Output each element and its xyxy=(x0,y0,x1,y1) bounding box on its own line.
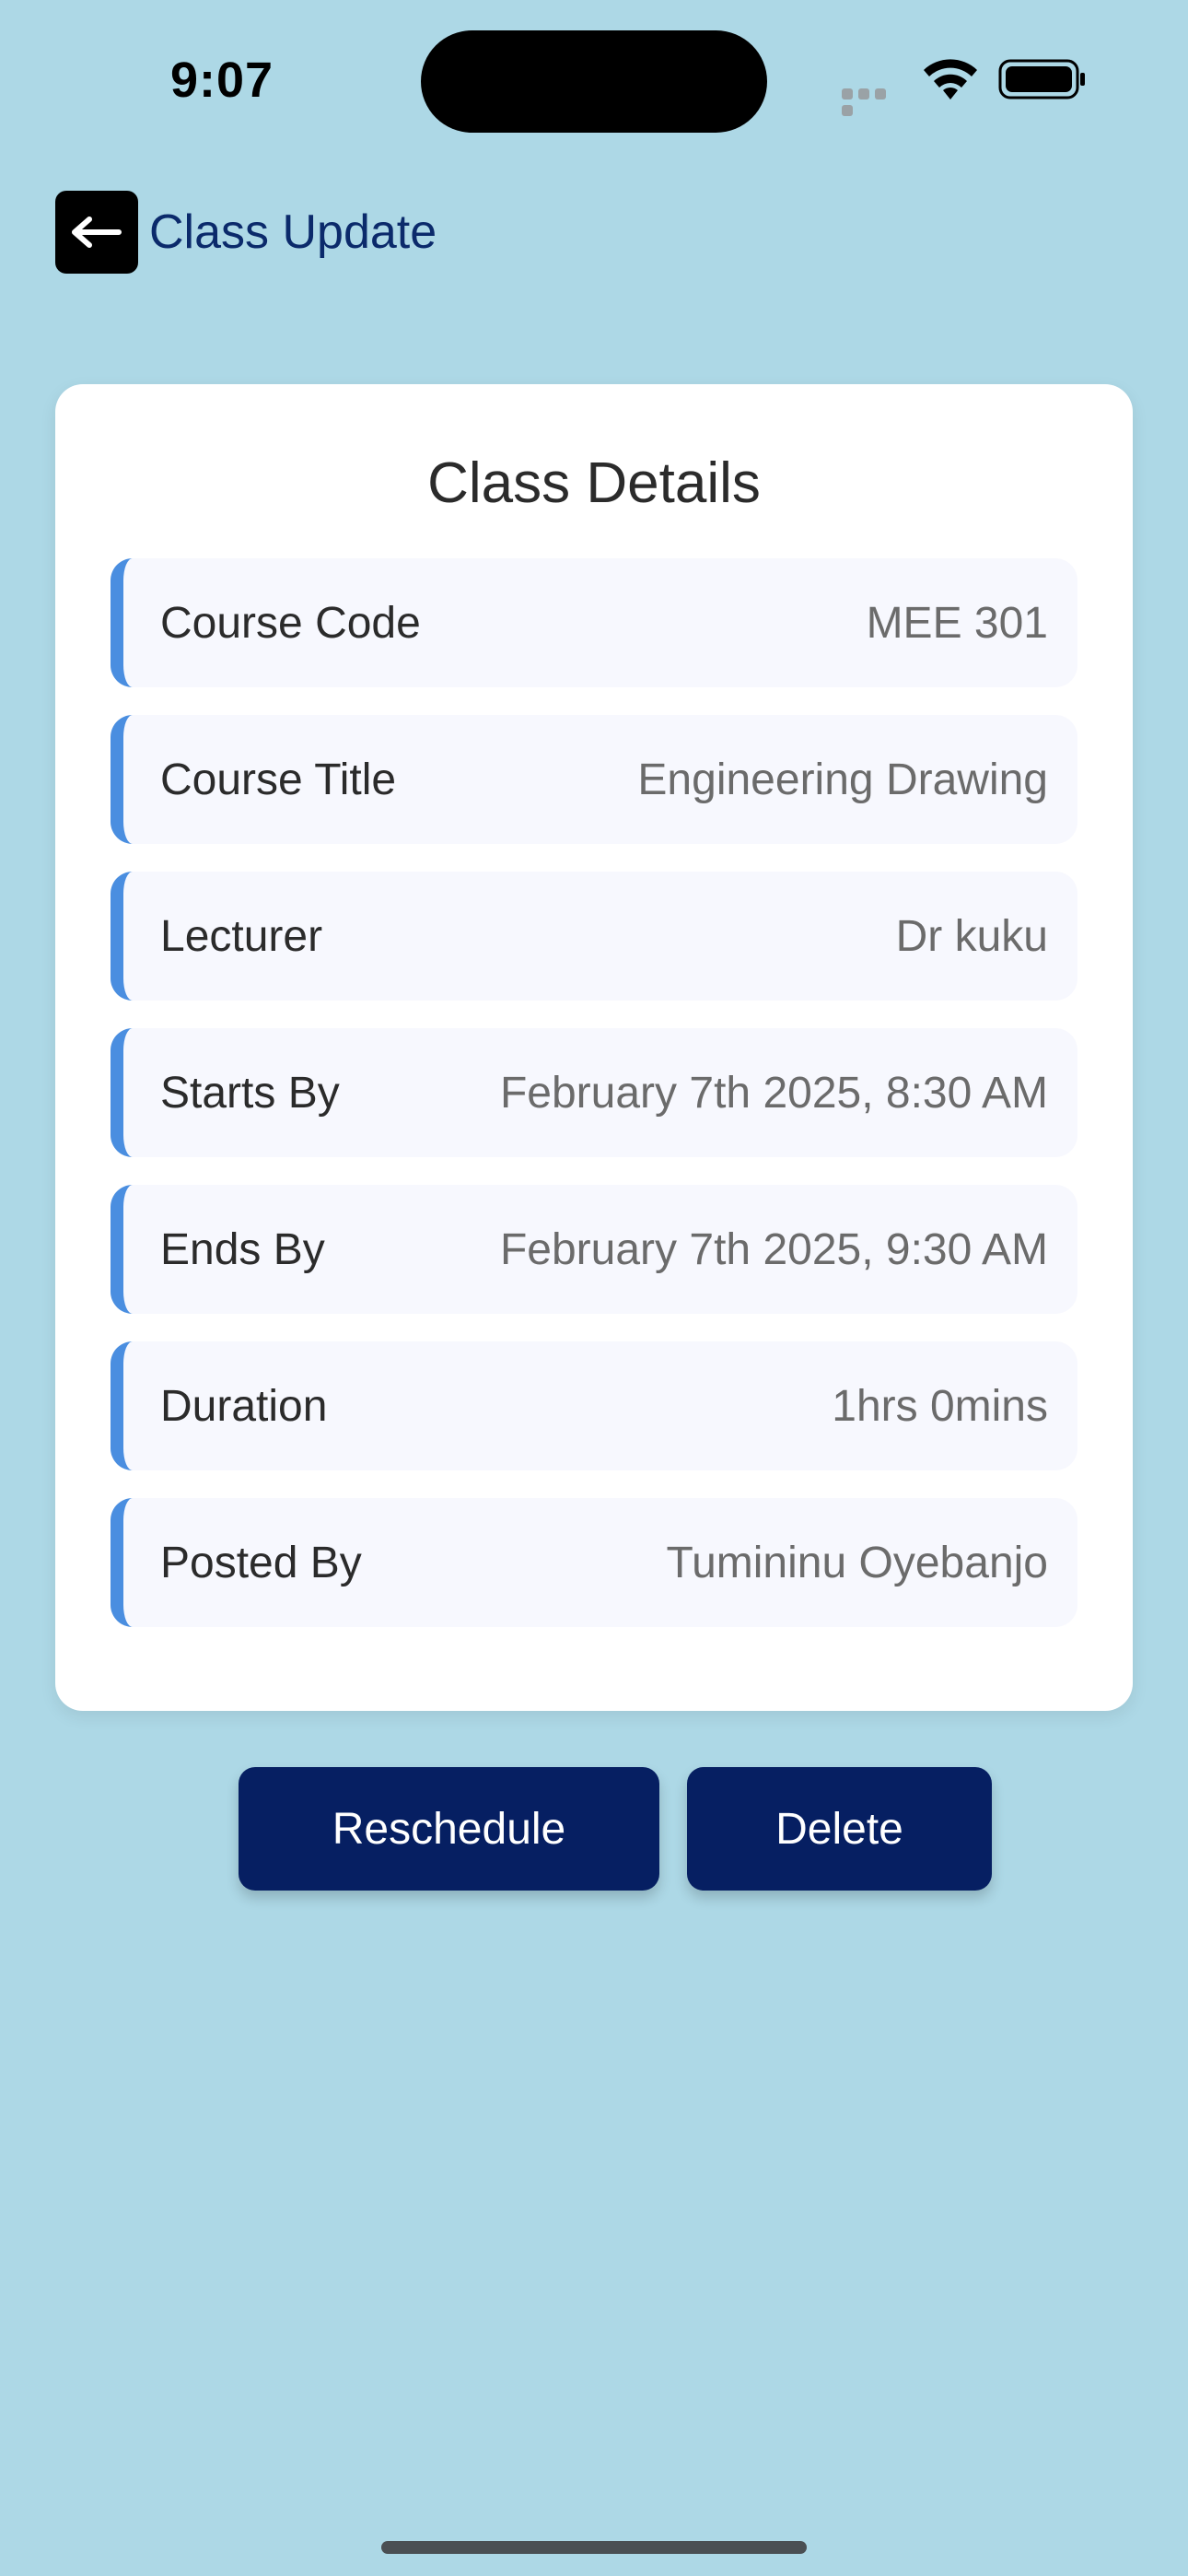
class-details-card: Class Details Course Code MEE 301 Course… xyxy=(55,384,1133,1711)
dynamic-island xyxy=(421,30,767,133)
detail-value: Engineering Drawing xyxy=(637,755,1048,804)
detail-label: Posted By xyxy=(160,1538,362,1587)
detail-row-ends-by: Ends By February 7th 2025, 9:30 AM xyxy=(111,1185,1077,1314)
detail-label: Course Title xyxy=(160,755,397,804)
detail-value: February 7th 2025, 9:30 AM xyxy=(499,1224,1048,1274)
detail-label: Course Code xyxy=(160,598,421,648)
battery-icon xyxy=(998,59,1085,100)
page-title: Class Update xyxy=(149,205,437,259)
cellular-signal-icon xyxy=(842,88,904,116)
detail-label: Ends By xyxy=(160,1224,325,1274)
status-time: 9:07 xyxy=(170,53,274,108)
home-indicator[interactable] xyxy=(381,2541,807,2554)
details-list: Course Code MEE 301 Course Title Enginee… xyxy=(111,558,1077,1655)
detail-label: Starts By xyxy=(160,1068,340,1118)
card-title: Class Details xyxy=(427,451,761,515)
detail-value: Dr kuku xyxy=(895,911,1048,961)
detail-row-posted-by: Posted By Tumininu Oyebanjo xyxy=(111,1498,1077,1627)
back-button[interactable] xyxy=(55,191,138,274)
detail-label: Duration xyxy=(160,1381,328,1431)
detail-row-starts-by: Starts By February 7th 2025, 8:30 AM xyxy=(111,1028,1077,1157)
detail-row-lecturer: Lecturer Dr kuku xyxy=(111,872,1077,1001)
detail-row-course-code: Course Code MEE 301 xyxy=(111,558,1077,687)
detail-label: Lecturer xyxy=(160,911,323,961)
reschedule-button[interactable]: Reschedule xyxy=(239,1767,659,1891)
detail-value: MEE 301 xyxy=(866,598,1048,648)
detail-row-duration: Duration 1hrs 0mins xyxy=(111,1341,1077,1470)
detail-value: 1hrs 0mins xyxy=(832,1381,1048,1431)
delete-button[interactable]: Delete xyxy=(687,1767,992,1891)
detail-row-course-title: Course Title Engineering Drawing xyxy=(111,715,1077,844)
arrow-left-icon xyxy=(72,217,122,248)
wifi-icon xyxy=(924,59,977,100)
detail-value: Tumininu Oyebanjo xyxy=(666,1538,1048,1587)
detail-value: February 7th 2025, 8:30 AM xyxy=(499,1068,1048,1118)
